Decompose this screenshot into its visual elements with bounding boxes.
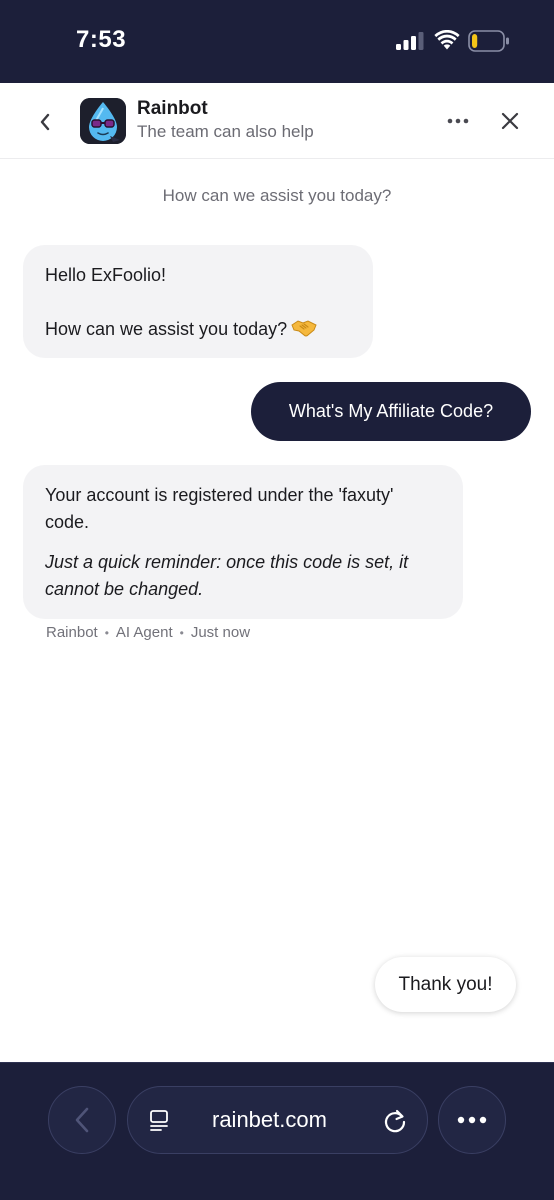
status-bar: 7:53 bbox=[0, 0, 554, 83]
reload-icon[interactable] bbox=[381, 1107, 409, 1135]
conversation: How can we assist you today? Hello ExFoo… bbox=[0, 160, 554, 1060]
reply-text: Your account is registered under the 'fa… bbox=[45, 485, 394, 532]
address-bar[interactable]: rainbet.com bbox=[127, 1086, 428, 1154]
browser-toolbar: rainbet.com bbox=[0, 1062, 554, 1200]
more-options-button[interactable] bbox=[440, 107, 476, 135]
greeting-line-1: Hello ExFoolio! bbox=[45, 265, 167, 285]
status-time: 7:53 bbox=[76, 26, 127, 53]
browser-back-button[interactable] bbox=[48, 1086, 116, 1154]
greeting-question: How can we assist you today? bbox=[45, 319, 288, 339]
rainbot-avatar-icon bbox=[80, 98, 126, 144]
bot-subtitle: The team can also help bbox=[137, 122, 314, 141]
intro-text: How can we assist you today? bbox=[162, 186, 392, 205]
wifi-icon bbox=[434, 30, 460, 50]
chevron-left-icon bbox=[75, 1107, 89, 1133]
bot-name: Rainbot bbox=[137, 98, 208, 119]
close-button[interactable] bbox=[494, 105, 526, 137]
meta-separator: • bbox=[179, 625, 184, 640]
meta-role: AI Agent bbox=[115, 624, 173, 641]
chat-header: Rainbot The team can also help bbox=[0, 83, 554, 159]
bot-greeting-message: Hello ExFoolio! How can we assist you to… bbox=[23, 245, 373, 358]
bot-avatar bbox=[80, 98, 126, 144]
message-meta: Rainbot • AI Agent • Just now bbox=[46, 624, 250, 641]
url-text: rainbet.com bbox=[212, 1107, 327, 1132]
chevron-left-icon bbox=[40, 113, 50, 131]
handshake-icon bbox=[291, 320, 317, 337]
browser-more-button[interactable] bbox=[438, 1086, 506, 1154]
greeting-line-2: How can we assist you today? bbox=[45, 316, 351, 343]
tabs-icon bbox=[150, 1110, 168, 1131]
back-button[interactable] bbox=[28, 107, 62, 137]
ellipsis-icon bbox=[457, 1116, 487, 1124]
reply-reminder: Just a quick reminder: once this code is… bbox=[45, 552, 409, 599]
ellipsis-icon bbox=[447, 118, 469, 124]
meta-time: Just now bbox=[190, 624, 251, 641]
meta-separator: • bbox=[104, 625, 109, 640]
battery-low-icon bbox=[468, 30, 509, 52]
meta-sender: Rainbot bbox=[46, 624, 98, 641]
quick-reply-button[interactable]: Thank you! bbox=[375, 957, 516, 1012]
cellular-signal-icon bbox=[396, 32, 424, 50]
bot-reply-message: Your account is registered under the 'fa… bbox=[23, 465, 463, 619]
close-icon bbox=[501, 112, 519, 130]
user-message: What's My Affiliate Code? bbox=[251, 382, 531, 441]
